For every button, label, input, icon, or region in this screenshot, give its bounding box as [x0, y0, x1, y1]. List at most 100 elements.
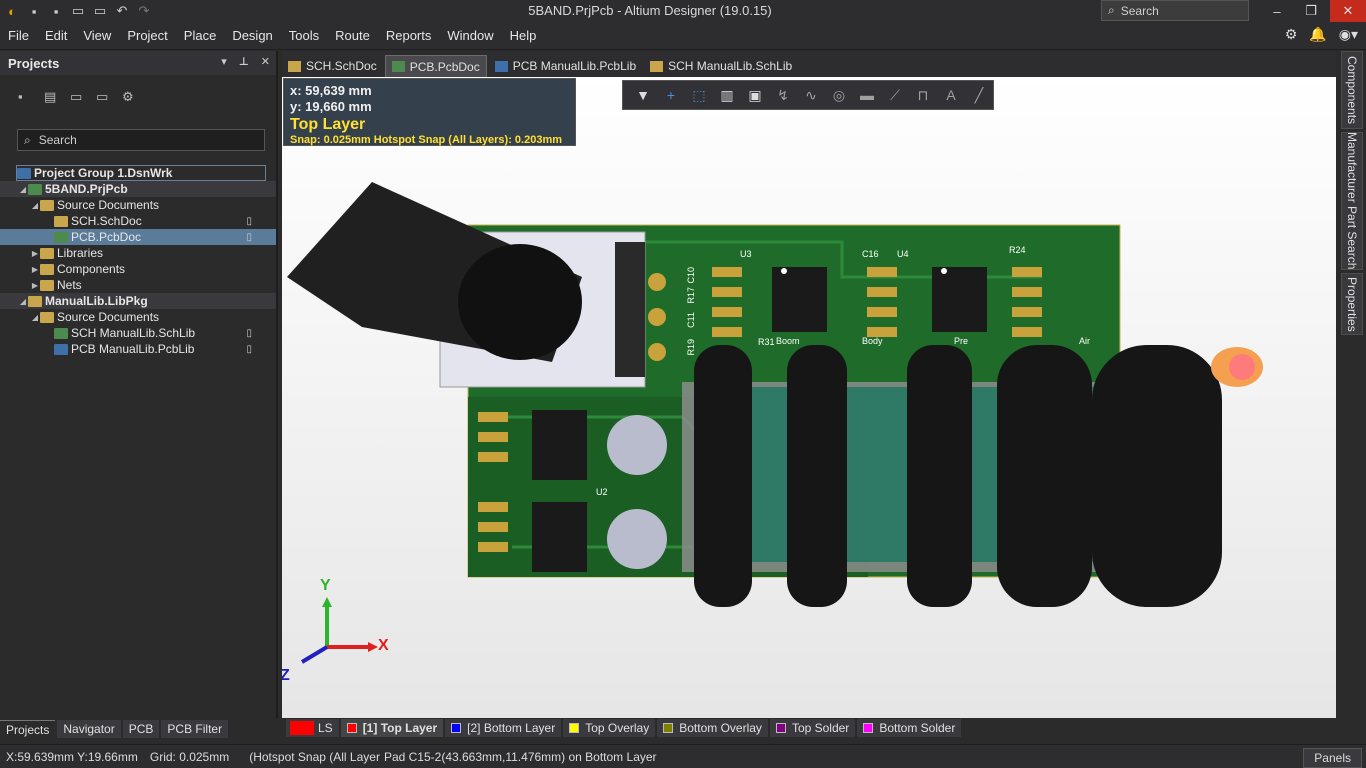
- projects-panel-title: Projects: [8, 55, 60, 71]
- save-project-icon[interactable]: ▪: [18, 89, 34, 105]
- menu-window[interactable]: Window: [439, 28, 501, 43]
- compile-icon[interactable]: ▤: [44, 89, 60, 105]
- doc-tab-sch[interactable]: SCH.SchDoc: [282, 55, 383, 77]
- expand-arrow-icon[interactable]: ▶: [30, 265, 40, 274]
- tree-item-label: 5BAND.PrjPcb: [45, 182, 128, 196]
- tree-item-label: Components: [57, 262, 126, 276]
- layer-tab-top-solder[interactable]: Top Solder: [769, 719, 856, 737]
- route-icon[interactable]: ↯: [773, 85, 793, 105]
- doc-tab-pcb[interactable]: PCB.PcbDoc: [384, 55, 487, 77]
- tab-projects[interactable]: Projects: [0, 720, 56, 738]
- line-icon[interactable]: ⟋: [885, 85, 905, 105]
- menu-route[interactable]: Route: [327, 28, 378, 43]
- layer-tab-bottom-solder[interactable]: Bottom Solder: [857, 719, 962, 737]
- settings-gear-icon[interactable]: ⚙: [122, 89, 138, 105]
- notification-bell-icon[interactable]: 🔔: [1309, 26, 1326, 43]
- collapse-arrow-icon[interactable]: ◢: [18, 185, 28, 194]
- select-rect-icon[interactable]: ⬚: [689, 85, 709, 105]
- pcb-label-u2: U2: [596, 487, 608, 497]
- layer-set-button[interactable]: LS: [286, 719, 339, 737]
- coordinate-overlay: x: 59,639 mm y: 19,660 mm Top Layer Snap…: [283, 78, 576, 146]
- layer-tab-top[interactable]: [1] Top Layer: [340, 719, 444, 737]
- tab-manufacturer-part-search[interactable]: Manufacturer Part Search: [1341, 132, 1363, 270]
- current-layer: Top Layer: [290, 116, 366, 133]
- layer-tab-top-overlay[interactable]: Top Overlay: [563, 719, 656, 737]
- snap-info: Snap: 0.025mm Hotspot Snap (All Layers):…: [290, 134, 563, 146]
- close-button[interactable]: ✕: [1330, 0, 1366, 22]
- doc-tab-schlib[interactable]: SCH ManualLib.SchLib: [644, 55, 798, 77]
- crosshair-icon[interactable]: +: [661, 85, 681, 105]
- user-account-icon[interactable]: ◉▾: [1339, 26, 1358, 43]
- tree-item-folder[interactable]: ◢ Source Documents: [0, 309, 276, 325]
- global-search[interactable]: ⌕ Search: [1101, 0, 1249, 21]
- menu-project[interactable]: Project: [119, 28, 175, 43]
- tree-item-document-selected[interactable]: PCB.PcbDoc ▯: [0, 229, 276, 245]
- fill-icon[interactable]: ▬: [857, 85, 877, 105]
- via-icon[interactable]: ◎: [829, 85, 849, 105]
- expand-arrow-icon[interactable]: ▶: [30, 249, 40, 258]
- projects-search-input[interactable]: ⌕ Search: [17, 129, 265, 151]
- tree-item-folder[interactable]: ◢ Source Documents: [0, 197, 276, 213]
- status-bar: X:59.639mm Y:19.66mm Grid: 0.025mm (Hots…: [0, 744, 1366, 768]
- pcb-label-r17: R17: [686, 287, 696, 304]
- menu-edit[interactable]: Edit: [37, 28, 75, 43]
- restore-button[interactable]: ❐: [1294, 0, 1328, 22]
- tab-pcb-filter[interactable]: PCB Filter: [161, 720, 229, 738]
- gear-icon[interactable]: ⚙: [1285, 26, 1298, 43]
- tab-navigator[interactable]: Navigator: [57, 720, 121, 738]
- project-tree: Project Group 1.DsnWrk ◢ 5BAND.PrjPcb ◢ …: [0, 165, 276, 357]
- vtab-label: Properties: [1345, 276, 1359, 332]
- layer-tab-bottom-overlay[interactable]: Bottom Overlay: [657, 719, 768, 737]
- pcbdoc-icon: [54, 231, 68, 243]
- pin-icon[interactable]: ⊥: [239, 55, 249, 68]
- layer-color-swatch: [451, 723, 462, 733]
- dimension-icon[interactable]: ⊓: [913, 85, 933, 105]
- panel-menu-icon[interactable]: ▾: [221, 55, 227, 68]
- workspace-icon: [17, 167, 31, 179]
- diff-pair-icon[interactable]: ∿: [801, 85, 821, 105]
- menu-place[interactable]: Place: [176, 28, 225, 43]
- document-icon: ▯: [246, 231, 252, 243]
- menu-reports[interactable]: Reports: [378, 28, 440, 43]
- vtab-label: Manufacturer Part Search: [1345, 132, 1359, 270]
- tab-pcb[interactable]: PCB: [122, 720, 160, 738]
- projects-toolbar: ▪ ▤ ▭ ▭ ⚙: [0, 75, 276, 123]
- axis-y-label: Y: [320, 577, 331, 594]
- tree-item-workspace[interactable]: Project Group 1.DsnWrk: [16, 165, 266, 181]
- component-icon[interactable]: ▣: [745, 85, 765, 105]
- minimize-button[interactable]: –: [1260, 0, 1294, 22]
- menu-view[interactable]: View: [75, 28, 119, 43]
- tree-item-document[interactable]: SCH ManualLib.SchLib ▯: [0, 325, 276, 341]
- tree-item-project[interactable]: ◢ 5BAND.PrjPcb: [0, 181, 276, 197]
- panel-close-icon[interactable]: ✕: [261, 55, 270, 68]
- collapse-arrow-icon[interactable]: ◢: [30, 201, 40, 210]
- project-options-icon[interactable]: ▭: [70, 89, 86, 105]
- menu-help[interactable]: Help: [502, 28, 545, 43]
- draw-line-icon[interactable]: ╱: [969, 85, 989, 105]
- align-icon[interactable]: ▥: [717, 85, 737, 105]
- pcb-3d-canvas[interactable]: U3 U4 U2 C16 R24 R31 R19 R17 C10 C11 Boo…: [282, 77, 1336, 718]
- folder-icon: [40, 311, 54, 323]
- tab-properties[interactable]: Properties: [1341, 273, 1363, 335]
- tree-item-document[interactable]: SCH.SchDoc ▯: [0, 213, 276, 229]
- filter-icon[interactable]: ▼: [633, 85, 653, 105]
- tree-item-folder[interactable]: ▶ Components: [0, 261, 276, 277]
- menu-file[interactable]: File: [0, 28, 37, 43]
- collapse-arrow-icon[interactable]: ◢: [18, 297, 28, 306]
- tree-item-project[interactable]: ◢ ManualLib.LibPkg: [0, 293, 276, 309]
- text-icon[interactable]: A: [941, 85, 961, 105]
- add-folder-icon[interactable]: ▭: [96, 89, 112, 105]
- expand-arrow-icon[interactable]: ▶: [30, 281, 40, 290]
- tree-item-folder[interactable]: ▶ Nets: [0, 277, 276, 293]
- collapse-arrow-icon[interactable]: ◢: [30, 313, 40, 322]
- layer-color-swatch: [346, 723, 357, 733]
- tree-item-document[interactable]: PCB ManualLib.PcbLib ▯: [0, 341, 276, 357]
- layer-tab-bottom[interactable]: [2] Bottom Layer: [445, 719, 562, 737]
- tab-components[interactable]: Components: [1341, 51, 1363, 129]
- menu-design[interactable]: Design: [224, 28, 280, 43]
- menu-tools[interactable]: Tools: [281, 28, 327, 43]
- tree-item-folder[interactable]: ▶ Libraries: [0, 245, 276, 261]
- panels-button[interactable]: Panels: [1303, 748, 1362, 768]
- tree-item-label: PCB.PcbDoc: [71, 230, 142, 244]
- doc-tab-pcblib[interactable]: PCB ManualLib.PcbLib: [489, 55, 642, 77]
